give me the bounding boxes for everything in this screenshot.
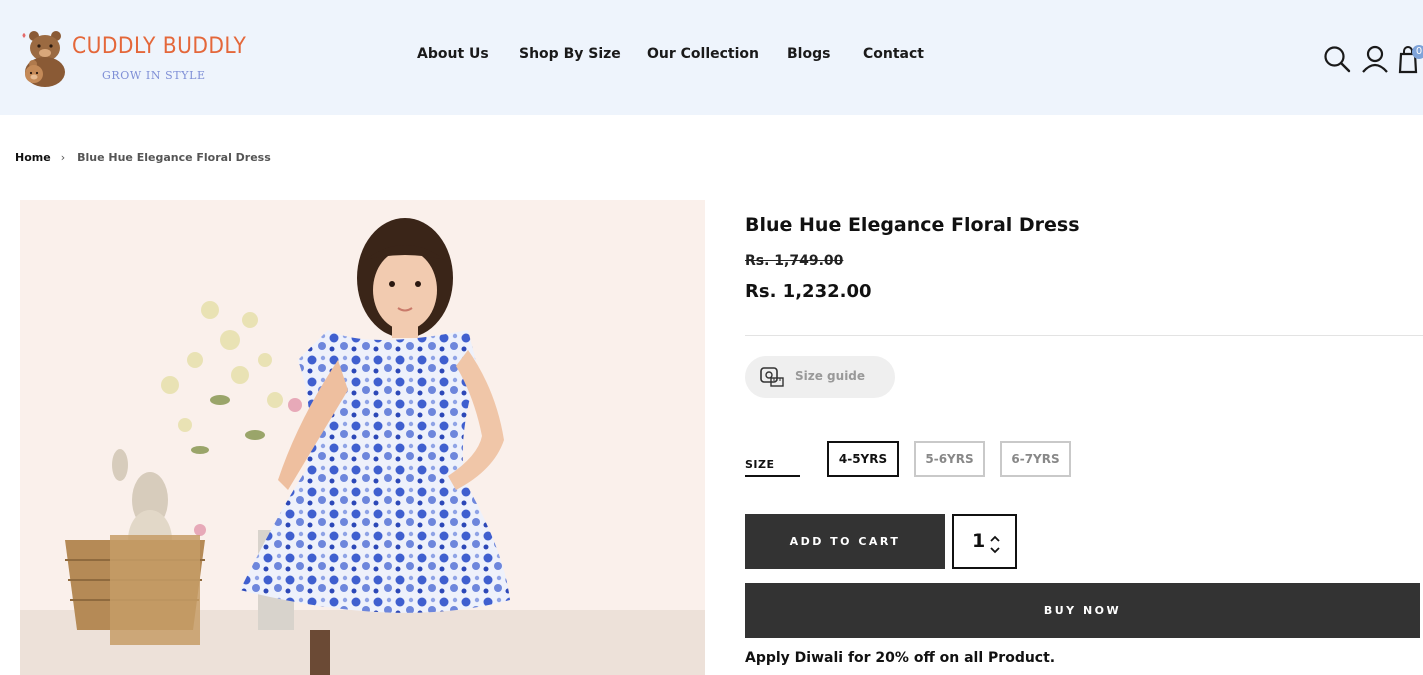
chevron-up-icon[interactable] [990,535,1000,543]
breadcrumb-home[interactable]: Home [15,151,51,164]
size-option-6-7yrs[interactable]: 6-7YRS [1000,441,1071,477]
product-title: Blue Hue Elegance Floral Dress [745,214,1080,236]
chevron-down-icon[interactable] [990,546,1000,554]
cart-count-badge: 0 [1412,45,1423,59]
nav-shop-by-size[interactable]: Shop By Size [519,46,621,62]
size-guide-button[interactable]: Size guide [745,356,895,398]
nav-contact[interactable]: Contact [863,46,924,62]
size-guide-label: Size guide [795,369,866,383]
size-label-underline [745,475,800,477]
breadcrumb-separator-icon: › [60,151,66,164]
nav-blogs[interactable]: Blogs [787,46,830,62]
buy-now-button[interactable]: BUY NOW [745,583,1420,638]
breadcrumb: Home › Blue Hue Elegance Floral Dress [15,151,271,164]
size-option-5-6yrs[interactable]: 5-6YRS [914,441,985,477]
product-image[interactable] [20,200,705,675]
breadcrumb-current: Blue Hue Elegance Floral Dress [77,151,271,164]
brand-logo[interactable]: CUDDLY BUDDLY GROW IN STYLE [16,28,246,90]
bear-family-logo-icon [22,31,65,87]
size-option-4-5yrs[interactable]: 4-5YRS [827,441,899,477]
size-label: SIZE [745,458,775,471]
quantity-value[interactable]: 1 [972,530,985,552]
site-header: CUDDLY BUDDLY GROW IN STYLE About Us Sho… [0,0,1423,115]
search-icon[interactable] [1322,44,1352,74]
nav-our-collection[interactable]: Our Collection [647,46,759,62]
product-photo-illustration [20,200,705,675]
account-icon[interactable] [1360,44,1390,74]
divider [745,335,1423,336]
add-to-cart-button[interactable]: ADD TO CART [745,514,945,569]
sale-price: Rs. 1,232.00 [745,281,872,302]
quantity-stepper[interactable]: 1 [952,514,1017,569]
logo-tagline: GROW IN STYLE [102,69,206,82]
promo-text: Apply Diwali for 20% off on all Product. [745,650,1056,666]
original-price: Rs. 1,749.00 [745,253,844,269]
nav-about-us[interactable]: About Us [417,46,489,62]
logo-title: CUDDLY BUDDLY [72,34,247,59]
measuring-tape-icon [760,367,784,387]
